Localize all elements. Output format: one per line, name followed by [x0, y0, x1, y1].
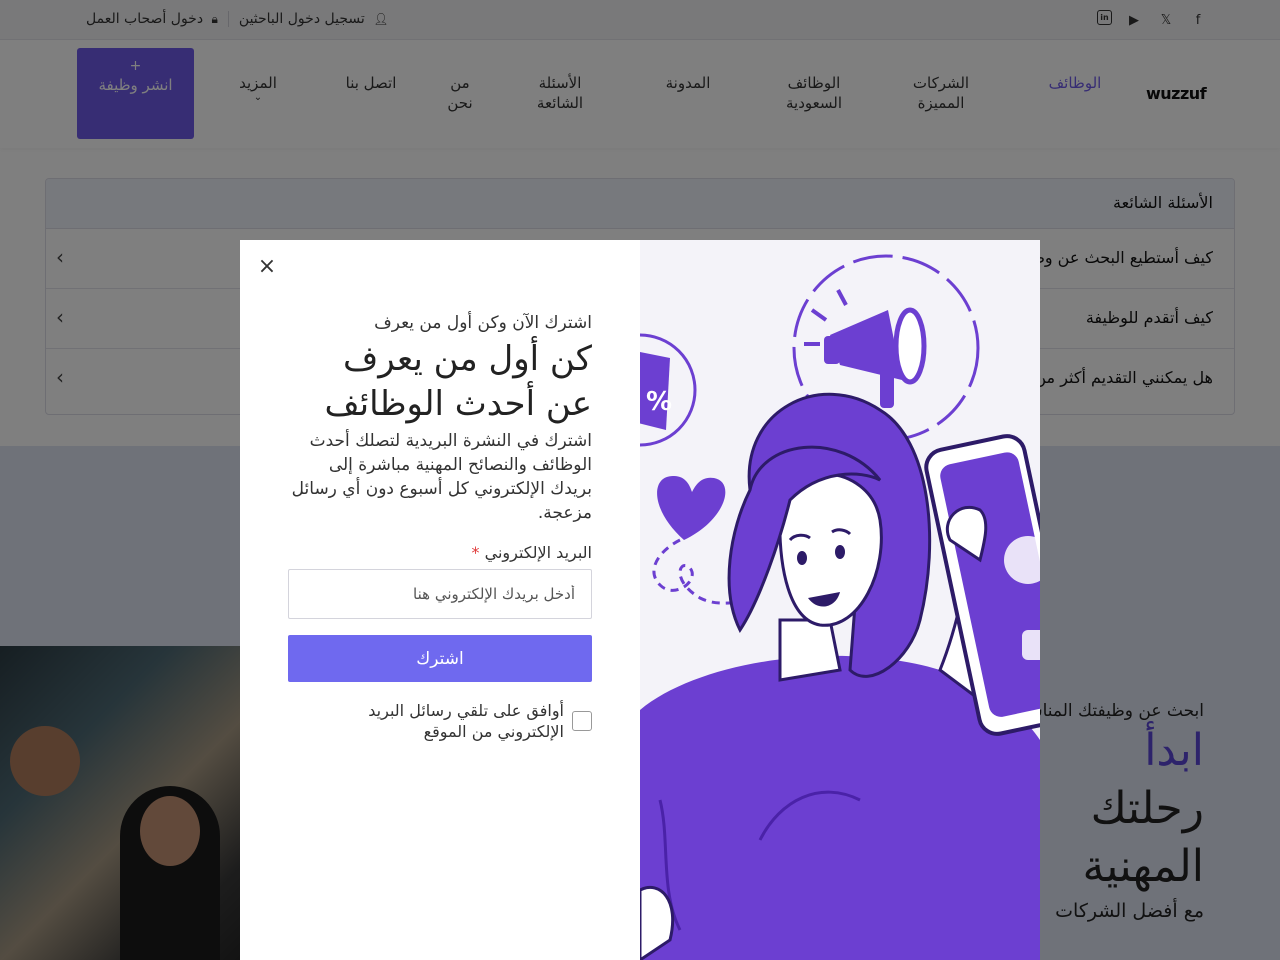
consent-label: أوافق على تلقي رسائل البريد الإلكتروني م…	[368, 701, 564, 741]
close-icon[interactable]: ×	[256, 256, 278, 278]
svg-text:%: %	[646, 387, 672, 417]
modal-illustration: %	[640, 240, 1040, 960]
modal-eyebrow: اشترك الآن وكن أول من يعرف	[374, 313, 592, 333]
email-field[interactable]	[288, 569, 592, 619]
modal-form-panel: × اشترك الآن وكن أول من يعرف كن أول من ي…	[240, 240, 640, 960]
modal-description: اشترك في النشرة البريدية لتصلك أحدث الوظ…	[291, 431, 592, 523]
modal-title: كن أول من يعرف عن أحدث الوظائف	[324, 339, 592, 424]
discount-tag-icon: %	[640, 333, 697, 447]
email-label-text: البريد الإلكتروني	[484, 543, 592, 562]
newsletter-modal: × اشترك الآن وكن أول من يعرف كن أول من ي…	[240, 240, 1040, 960]
required-marker: *	[471, 543, 480, 562]
modal-content: اشترك الآن وكن أول من يعرف كن أول من يعر…	[288, 312, 592, 742]
email-label: البريد الإلكتروني *	[288, 543, 592, 563]
consent-checkbox[interactable]	[572, 711, 592, 731]
illustration-woman-with-phone: %	[640, 254, 1040, 960]
subscribe-button[interactable]: اشترك	[288, 635, 592, 682]
consent-row: أوافق على تلقي رسائل البريد الإلكتروني م…	[288, 700, 592, 742]
